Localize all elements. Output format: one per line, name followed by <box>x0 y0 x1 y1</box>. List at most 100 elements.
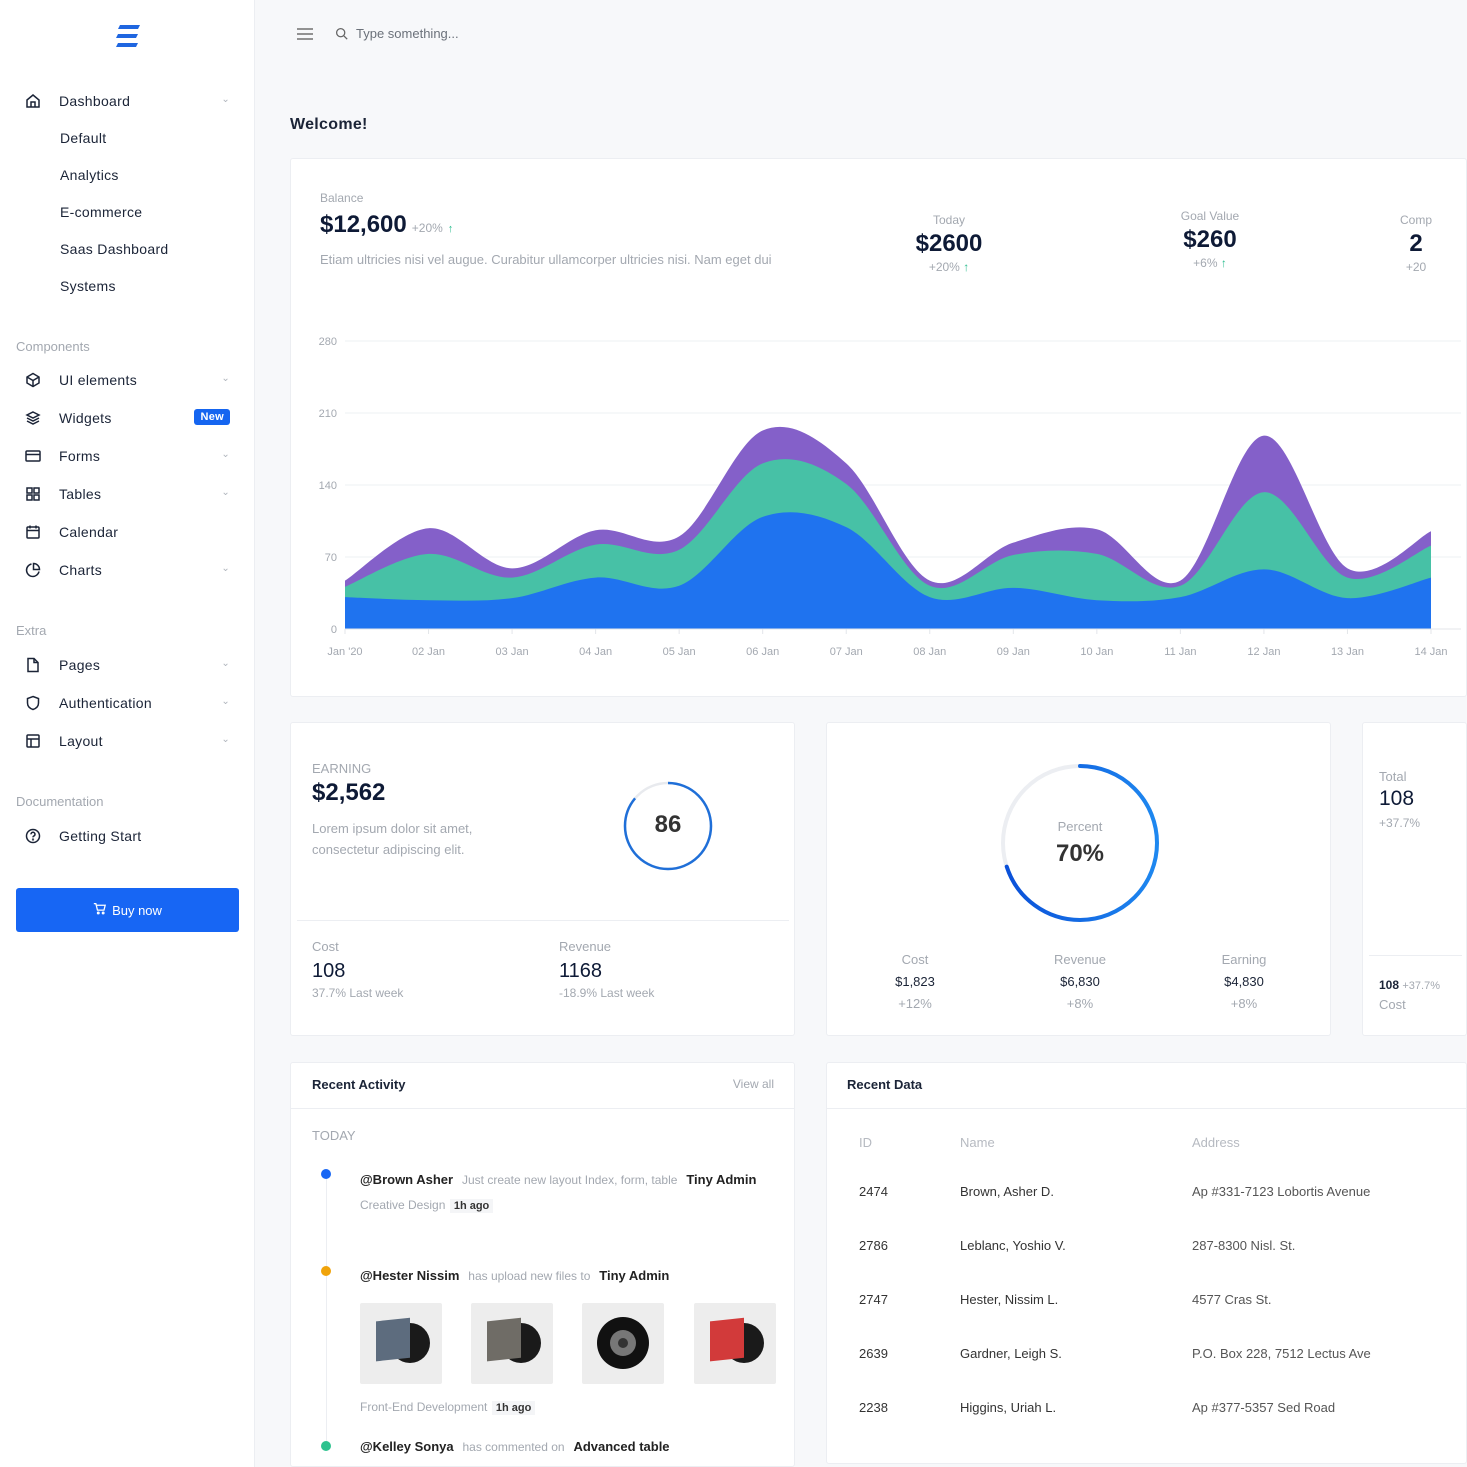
pie-chart-icon <box>24 561 42 579</box>
chevron-down-icon: ⌄ <box>221 734 230 745</box>
stat-label: Cost <box>312 939 339 954</box>
help-circle-icon <box>24 827 42 845</box>
sidebar-item-calendar[interactable]: Calendar <box>16 517 238 547</box>
day-label: TODAY <box>312 1128 356 1143</box>
stat-label: Today <box>932 213 966 227</box>
chevron-down-icon: ⌄ <box>221 563 230 574</box>
activity-target[interactable]: Tiny Admin <box>686 1172 756 1187</box>
sidebar-subitem-systems[interactable]: Systems <box>60 278 116 294</box>
balance-label: Balance <box>320 191 364 205</box>
activity-user[interactable]: @Kelley Sonya <box>360 1439 454 1454</box>
activity-item: @Hester Nissim has upload new files to T… <box>360 1265 780 1287</box>
logo-icon[interactable] <box>115 24 141 50</box>
activity-target[interactable]: Advanced table <box>573 1439 669 1454</box>
description-line: Lorem ipsum dolor sit amet, <box>312 821 473 836</box>
sidebar-subitem-ecommerce[interactable]: E-commerce <box>60 204 142 220</box>
total-card: Total 108 +37.7% 108 +37.7% Cost <box>1362 722 1467 1036</box>
cell-id: 2238 <box>859 1400 888 1415</box>
activity-text: has upload new files to <box>468 1269 591 1283</box>
chevron-down-icon: ⌄ <box>221 94 230 105</box>
stat-label: Cost <box>901 952 929 967</box>
card-title: Recent Activity <box>312 1077 406 1092</box>
sidebar-subitem-saas-dashboard[interactable]: Saas Dashboard <box>60 241 169 257</box>
sidebar-item-label: Layout <box>59 733 103 749</box>
credit-card-icon <box>24 447 42 465</box>
sidebar-item-forms[interactable]: Forms ⌄ <box>16 441 238 471</box>
earning-value: $2,562 <box>312 779 386 806</box>
footer-label: Cost <box>1379 997 1406 1012</box>
sidebar-item-label: Charts <box>59 562 103 578</box>
sidebar-item-layout[interactable]: Layout ⌄ <box>16 726 238 756</box>
cell-id: 2639 <box>859 1346 888 1361</box>
activity-time: 1h ago <box>491 1401 536 1415</box>
sidebar-item-dashboard[interactable]: Dashboard ⌄ <box>16 86 238 116</box>
sidebar-item-tables[interactable]: Tables ⌄ <box>16 479 238 509</box>
buy-now-button[interactable]: Buy now <box>16 888 239 932</box>
column-header-address[interactable]: Address <box>1192 1135 1240 1150</box>
stacked-area-chart: 0 70 140 210 280 Jan '20 02 Jan 03 Jan 04 Jan 05 … <box>319 336 1461 658</box>
album-thumbnail[interactable] <box>694 1303 776 1384</box>
stat-comp: Comp 2 +20 <box>1386 213 1446 274</box>
balance-card: Balance $12,600 +20% ↑ Etiam ultricies n… <box>290 158 1467 697</box>
home-icon <box>24 92 42 110</box>
sidebar-item-widgets[interactable]: Widgets New <box>16 403 238 433</box>
sidebar-item-pages[interactable]: Pages ⌄ <box>16 650 238 680</box>
stat-change: +6% <box>1193 256 1218 270</box>
sidebar-item-label: Widgets <box>59 410 112 426</box>
activity-target[interactable]: Tiny Admin <box>599 1268 669 1283</box>
section-title-components: Components <box>16 339 90 354</box>
column-header-name[interactable]: Name <box>960 1135 995 1150</box>
stat-label: Earning <box>1221 952 1267 967</box>
sidebar-subitem-analytics[interactable]: Analytics <box>60 167 119 183</box>
activity-meta: Front-End Development 1h ago <box>360 1398 536 1416</box>
cell-name: Leblanc, Yoshio V. <box>960 1238 1066 1253</box>
sidebar-item-getting-start[interactable]: Getting Start <box>16 821 238 851</box>
view-all-link[interactable]: View all <box>733 1077 774 1091</box>
column-header-id[interactable]: ID <box>859 1135 872 1150</box>
vinyl-record-image <box>710 1317 764 1363</box>
stat-today: Today $2600 +20% ↑ <box>889 213 1009 274</box>
album-thumbnail[interactable] <box>582 1303 664 1384</box>
stat-change: -18.9% Last week <box>559 986 655 1000</box>
sidebar-item-label: Dashboard <box>59 93 131 109</box>
vinyl-record-image <box>597 1317 649 1369</box>
cell-address: 287-8300 Nisl. St. <box>1192 1238 1296 1253</box>
divider <box>827 1108 1466 1109</box>
album-thumbnail[interactable] <box>471 1303 553 1384</box>
search-bar <box>335 26 556 41</box>
section-title-extra: Extra <box>16 623 47 638</box>
sidebar-item-authentication[interactable]: Authentication ⌄ <box>16 688 238 718</box>
cell-name: Brown, Asher D. <box>960 1184 1054 1199</box>
cell-address: P.O. Box 228, 7512 Lectus Ave <box>1192 1346 1371 1361</box>
timeline-dot <box>321 1441 331 1451</box>
stat-change: +8% <box>1230 996 1258 1011</box>
menu-icon[interactable] <box>297 27 313 41</box>
stat-goal-value: Goal Value $260 +6% ↑ <box>1150 209 1270 270</box>
stat-change: +20% <box>928 260 960 274</box>
stat-label: Goal Value <box>1180 209 1240 223</box>
sidebar-item-ui-elements[interactable]: UI elements ⌄ <box>16 365 238 395</box>
x-tick-label: 09 Jan <box>997 646 1030 658</box>
stat-value: 108 <box>312 960 346 982</box>
activity-user[interactable]: @Hester Nissim <box>360 1268 459 1283</box>
sidebar-subitem-default[interactable]: Default <box>60 130 106 146</box>
activity-item: @Kelley Sonya has commented on Advanced … <box>360 1436 780 1458</box>
total-value: 108 <box>1379 787 1415 810</box>
x-tick-label: Jan '20 <box>327 646 362 658</box>
sidebar-item-charts[interactable]: Charts ⌄ <box>16 555 238 585</box>
percent-label: Percent <box>1057 819 1103 834</box>
gauge-value: 86 <box>654 811 682 838</box>
sidebar-item-label: Authentication <box>59 695 152 711</box>
search-input[interactable] <box>356 26 556 41</box>
cube-icon <box>24 371 42 389</box>
album-thumbnail[interactable] <box>360 1303 442 1384</box>
stat-change: +20 <box>1405 260 1427 274</box>
activity-user[interactable]: @Brown Asher <box>360 1172 453 1187</box>
sidebar-item-label: Getting Start <box>59 828 142 844</box>
recent-data-card: Recent Data ID Name Address 2474 Brown, … <box>826 1062 1467 1464</box>
activity-time: 1h ago <box>449 1199 494 1213</box>
cell-address: Ap #331-7123 Lobortis Avenue <box>1192 1184 1371 1199</box>
x-tick-label: 04 Jan <box>579 646 612 658</box>
earning-card: EARNING $2,562 Lorem ipsum dolor sit ame… <box>290 722 795 1036</box>
timeline-dot <box>321 1266 331 1276</box>
